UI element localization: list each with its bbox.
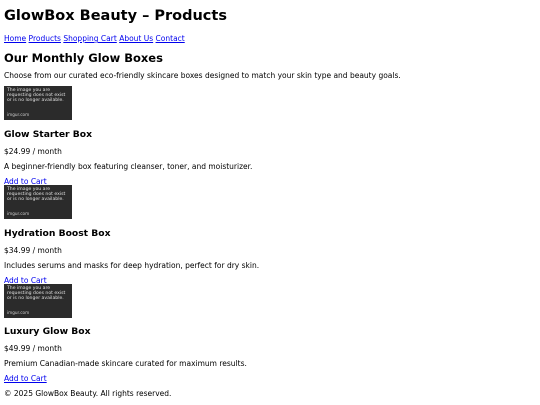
section-heading: Our Monthly Glow Boxes — [4, 51, 163, 65]
product-price: $24.99 / month — [4, 147, 62, 156]
product-image-placeholder: The image you are requesting does not ex… — [4, 284, 72, 318]
placeholder-brand: imgur.com — [7, 309, 30, 315]
nav-link-home[interactable]: Home — [4, 34, 26, 43]
product-price: $34.99 / month — [4, 246, 62, 255]
main-nav: Home Products Shopping Cart About Us Con… — [4, 34, 185, 43]
footer-text: © 2025 GlowBox Beauty. All rights reserv… — [4, 389, 172, 398]
placeholder-text: or is no longer available. — [7, 296, 64, 302]
add-to-cart-button[interactable]: Add to Cart — [4, 374, 47, 383]
product-name: Hydration Boost Box — [4, 228, 111, 239]
placeholder-brand: imgur.com — [7, 210, 30, 216]
nav-link-contact[interactable]: Contact — [156, 34, 185, 43]
product-description: Premium Canadian-made skincare curated f… — [4, 359, 247, 368]
product-description: A beginner-friendly box featuring cleans… — [4, 162, 253, 171]
placeholder-text: or is no longer available. — [7, 197, 64, 203]
product-description: Includes serums and masks for deep hydra… — [4, 261, 260, 270]
page-title: GlowBox Beauty – Products — [4, 8, 227, 24]
product-image-placeholder: The image you are requesting does not ex… — [4, 185, 72, 219]
intro-text: Choose from our curated eco-friendly ski… — [4, 71, 401, 80]
placeholder-text: or is no longer available. — [7, 98, 64, 104]
product-price: $49.99 / month — [4, 344, 62, 353]
product-name: Glow Starter Box — [4, 129, 93, 140]
nav-link-products[interactable]: Products — [29, 34, 61, 43]
nav-link-shopping-cart[interactable]: Shopping Cart — [63, 34, 116, 43]
product-image-placeholder: The image you are requesting does not ex… — [4, 86, 72, 120]
nav-link-about-us[interactable]: About Us — [119, 34, 153, 43]
placeholder-brand: imgur.com — [7, 111, 30, 117]
product-name: Luxury Glow Box — [4, 326, 91, 337]
